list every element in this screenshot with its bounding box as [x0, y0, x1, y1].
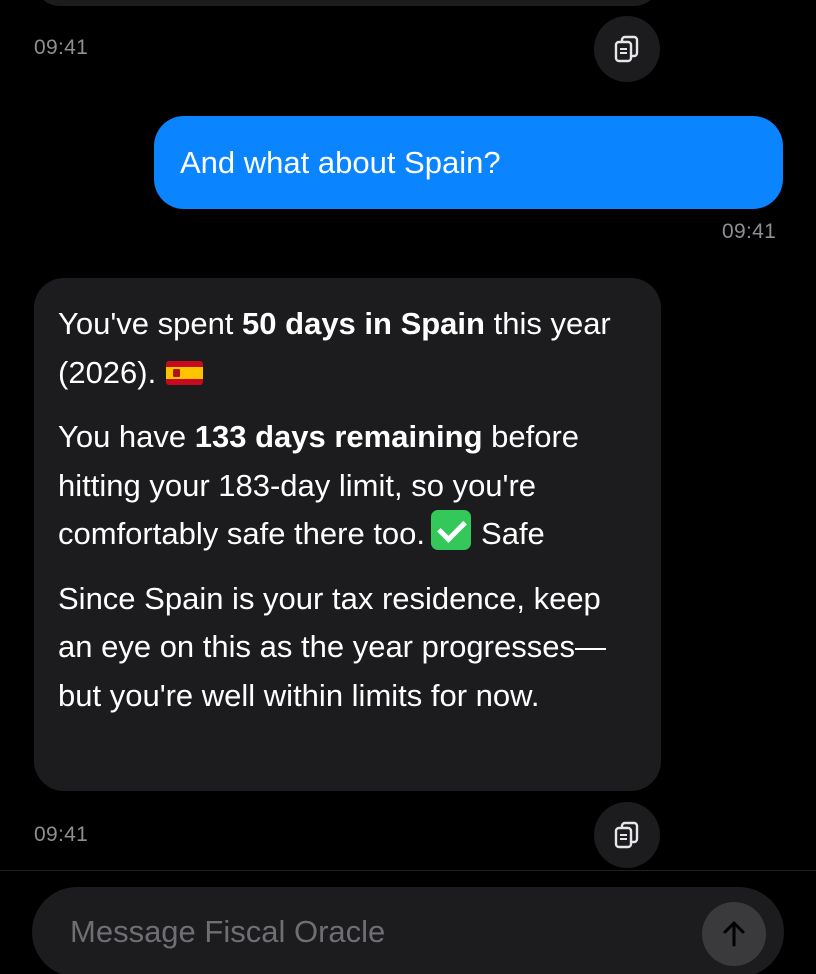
status-text: Safe	[481, 516, 545, 551]
assistant-paragraph: You have 133 days remaining before hitti…	[58, 413, 637, 559]
assistant-message-bubble[interactable]: You've spent 50 days in Spain this year …	[34, 278, 661, 791]
user-message-bubble[interactable]: And what about Spain?	[154, 116, 783, 209]
assistant-paragraph: Since Spain is your tax residence, keep …	[58, 580, 606, 713]
message-timestamp: 09:41	[722, 220, 777, 243]
previous-assistant-bubble	[34, 0, 660, 6]
copy-message-button[interactable]	[594, 16, 660, 82]
copy-icon	[614, 35, 639, 63]
arrow-up-icon	[723, 921, 745, 947]
message-composer	[32, 887, 784, 974]
message-timestamp: 09:41	[34, 823, 89, 846]
bold-text: 50 days in Spain	[242, 306, 485, 341]
message-input[interactable]	[70, 909, 670, 955]
composer-divider	[0, 870, 816, 871]
check-mark-icon	[431, 510, 472, 550]
text-span: You've spent	[58, 306, 243, 341]
text-span: You have	[58, 419, 195, 454]
user-message-text: And what about Spain?	[180, 144, 501, 180]
bold-text: 133 days remaining	[194, 419, 483, 454]
spain-flag-icon	[166, 360, 204, 385]
send-button[interactable]	[702, 902, 766, 966]
copy-message-button[interactable]	[594, 802, 660, 868]
message-timestamp: 09:41	[34, 36, 89, 59]
copy-icon	[614, 821, 639, 849]
chat-screen: 09:41 And what about Spain? 09:41 You've…	[0, 0, 816, 974]
assistant-paragraph: You've spent 50 days in Spain this year …	[58, 300, 637, 397]
